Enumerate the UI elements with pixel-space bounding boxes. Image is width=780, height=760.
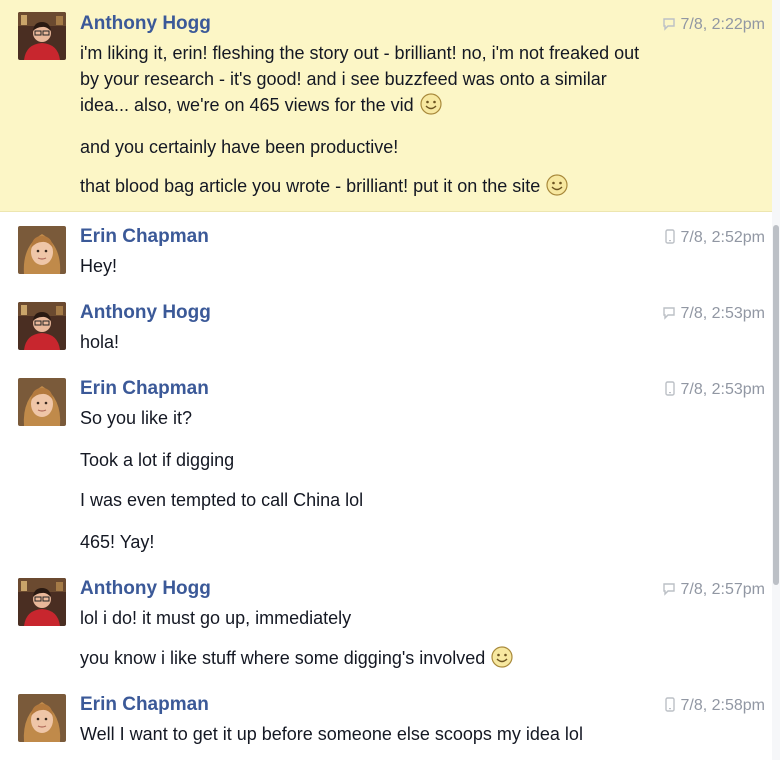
- message-text: lol i do! it must go up, immediately: [80, 608, 352, 628]
- avatar-erin-chapman[interactable]: [18, 226, 66, 274]
- message-text: by your research - it's good! and i see …: [80, 69, 607, 89]
- message-group: Erin Chapman 7/8, 2:58pm Well I want to …: [0, 680, 772, 760]
- author-name[interactable]: Anthony Hogg: [80, 302, 211, 324]
- phone-icon: [664, 229, 675, 249]
- smiley-icon: [491, 646, 513, 675]
- message-text: So you like it?: [80, 408, 193, 428]
- message-text: 465! Yay!: [80, 532, 155, 552]
- message-text: Well I want to get it up before someone …: [80, 724, 583, 744]
- scrollbar-thumb[interactable]: [773, 225, 779, 585]
- phone-icon: [664, 381, 675, 401]
- avatar-erin-chapman[interactable]: [18, 378, 66, 426]
- timestamp-text: 7/8, 2:22pm: [680, 16, 766, 33]
- message-text: hola!: [80, 332, 120, 352]
- message-text: and you certainly have been productive!: [80, 137, 399, 157]
- author-name[interactable]: Erin Chapman: [80, 226, 209, 248]
- scrollbar[interactable]: [772, 0, 780, 760]
- message-group: Anthony Hogg 7/8, 2:53pm hola!: [0, 288, 772, 364]
- author-name[interactable]: Erin Chapman: [80, 378, 209, 400]
- timestamp-text: 7/8, 2:52pm: [680, 229, 766, 246]
- timestamp-text: 7/8, 2:53pm: [680, 381, 766, 398]
- message-text: idea... also, we're on 465 views for the…: [80, 92, 700, 122]
- message-text-content: you know i like stuff where some digging…: [80, 648, 486, 668]
- message-group: Anthony Hogg 7/8, 2:22pm i'm liking it, …: [0, 0, 772, 212]
- avatar-anthony-hogg[interactable]: [18, 302, 66, 350]
- avatar-anthony-hogg[interactable]: [18, 578, 66, 626]
- timestamp-text: 7/8, 2:58pm: [680, 697, 766, 714]
- timestamp-text: 7/8, 2:57pm: [680, 581, 766, 598]
- timestamp-text: 7/8, 2:53pm: [680, 305, 766, 322]
- message-text: I was even tempted to call China lol: [80, 490, 364, 510]
- message-group: Erin Chapman 7/8, 2:52pm Hey!: [0, 212, 772, 288]
- message-group: Erin Chapman 7/8, 2:53pm So you like it?…: [0, 364, 772, 564]
- message-text-content: idea... also, we're on 465 views for the…: [80, 95, 414, 115]
- chat-bubble-icon: [662, 307, 675, 325]
- timestamp: 7/8, 2:57pm: [662, 581, 766, 601]
- message-text: Took a lot if digging: [80, 450, 235, 470]
- avatar-anthony-hogg[interactable]: [18, 12, 66, 60]
- message-text: you know i like stuff where some digging…: [80, 645, 700, 675]
- chat-bubble-icon: [662, 18, 675, 36]
- timestamp: 7/8, 2:53pm: [664, 381, 766, 401]
- chat-bubble-icon: [662, 583, 675, 601]
- message-thread: Anthony Hogg 7/8, 2:22pm i'm liking it, …: [0, 0, 772, 760]
- author-name[interactable]: Erin Chapman: [80, 694, 209, 716]
- timestamp: 7/8, 2:52pm: [664, 229, 766, 249]
- message-text-content: that blood bag article you wrote - brill…: [80, 176, 541, 196]
- phone-icon: [664, 697, 675, 717]
- smiley-icon: [546, 174, 568, 203]
- avatar-erin-chapman[interactable]: [18, 694, 66, 742]
- author-name[interactable]: Anthony Hogg: [80, 578, 211, 600]
- timestamp: 7/8, 2:58pm: [664, 697, 766, 717]
- message-text: i'm liking it, erin! fleshing the story …: [80, 43, 640, 63]
- author-name[interactable]: Anthony Hogg: [80, 13, 211, 35]
- message-text: Hey!: [80, 256, 118, 276]
- message-group: Anthony Hogg 7/8, 2:57pm lol i do! it mu…: [0, 564, 772, 680]
- timestamp: 7/8, 2:22pm: [662, 16, 766, 36]
- smiley-icon: [420, 93, 442, 122]
- timestamp: 7/8, 2:53pm: [662, 305, 766, 325]
- message-text: that blood bag article you wrote - brill…: [80, 173, 700, 203]
